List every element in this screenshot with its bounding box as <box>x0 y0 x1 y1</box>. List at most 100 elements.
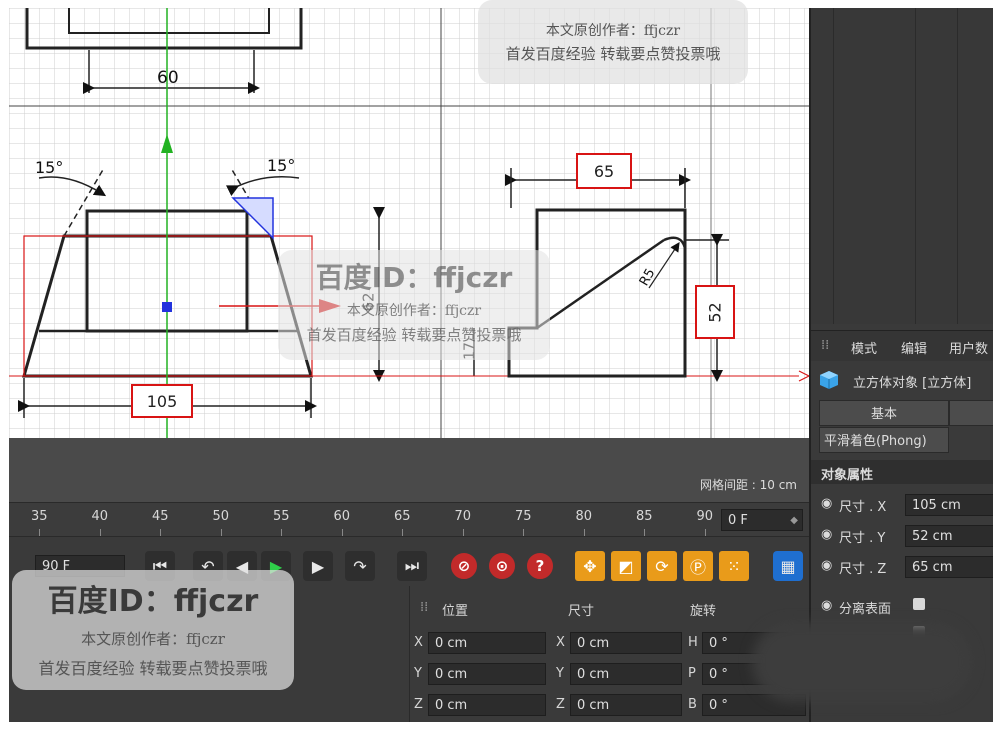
position-axis-label: Y <box>414 666 422 681</box>
timeline-tick-mark <box>220 529 222 536</box>
menu-user-data[interactable]: 用户数 <box>949 338 988 357</box>
timeline-tick-mark <box>644 529 645 536</box>
position-field[interactable]: 0 cm <box>428 632 546 654</box>
position-axis-label: X <box>414 635 423 650</box>
grid-spacing-label: 网格间距 : 10 cm <box>699 478 797 492</box>
size-x-label: 尺寸 . X <box>839 500 887 515</box>
size-field[interactable]: 0 cm <box>570 663 682 685</box>
timeline-tick-label: 35 <box>31 509 48 524</box>
timeline-ruler[interactable]: 35 40 45 50 55 60 65 70 75 80 85 90 0 F ◆ <box>9 502 809 537</box>
move-key-button[interactable]: ✥ <box>575 551 605 581</box>
size-field[interactable]: 0 cm <box>570 632 682 654</box>
tab-extra[interactable] <box>949 400 993 426</box>
tab-basic-label: 基本 <box>870 407 897 422</box>
object-manager <box>811 8 993 324</box>
forward-key-icon: ↷ <box>353 556 367 576</box>
timeline-tick-label: 45 <box>152 509 169 524</box>
watermark-top: 本文原创作者：ffjczr 首发百度经验 转载要点赞投票哦 <box>478 0 748 84</box>
dim-right-52-box: 52 <box>695 285 735 339</box>
rotation-header: 旋转 <box>690 604 717 619</box>
next-key-button[interactable]: ↷ <box>345 551 375 581</box>
radio-icon[interactable]: ◉ <box>821 527 832 542</box>
tab-phong[interactable]: 平滑着色(Phong) <box>819 427 949 453</box>
timeline-tick-mark <box>462 529 464 536</box>
attributes-panel: ⁞⁞ 模式 编辑 用户数 立方体对象 [立方体] 基本 平滑着色(Phong) … <box>809 8 993 722</box>
size-z-field[interactable]: 65 cm <box>905 556 993 578</box>
tab-basic[interactable]: 基本 <box>819 400 949 426</box>
go-to-end-button[interactable]: ⏭ <box>397 551 427 581</box>
rotation-axis-label: B <box>688 697 697 712</box>
watermark-id: 百度ID：ffjczr <box>47 584 259 619</box>
size-axis-label: Y <box>556 666 564 681</box>
timeline-tick-mark <box>704 529 706 536</box>
rotate-key-button[interactable]: ⟳ <box>647 551 677 581</box>
size-y-label: 尺寸 . Y <box>839 531 886 546</box>
size-axis-label: Z <box>556 697 565 712</box>
timeline-tick-label: 40 <box>91 509 109 524</box>
stepper-icon: ◆ <box>790 515 798 526</box>
grid-dots-icon: ⁙ <box>727 556 741 576</box>
current-frame-field[interactable]: 0 F ◆ <box>721 509 803 531</box>
timeline-tick-mark <box>39 529 40 536</box>
separate-surfaces-checkbox[interactable] <box>913 598 925 610</box>
timeline-tick-label: 70 <box>454 509 472 524</box>
timeline-window-button[interactable]: ▦ <box>773 551 803 581</box>
watermark-id: 百度ID：ffjczr <box>315 261 513 294</box>
step-forward-icon: ▶ <box>311 556 325 576</box>
dim-top-60: 60 <box>157 68 179 88</box>
scale-key-button[interactable]: ◩ <box>611 551 641 581</box>
watermark-center: 百度ID：ffjczr 本文原创作者：ffjczr 首发百度经验 转载要点赞投票… <box>278 250 550 360</box>
dim-top-65: 65 <box>576 153 632 189</box>
timeline-tick-mark <box>583 529 585 536</box>
move-icon: ✥ <box>583 556 597 576</box>
object-properties-header: 对象属性 <box>811 460 993 484</box>
position-field[interactable]: 0 cm <box>428 663 546 685</box>
grip-icon: ⁞⁞ <box>821 338 830 353</box>
grip-icon: ⁞⁞ <box>420 600 429 615</box>
radio-icon[interactable]: ◉ <box>821 496 832 511</box>
object-properties-label: 对象属性 <box>821 468 874 483</box>
autokey-button[interactable]: ⊙ <box>487 551 517 581</box>
size-y-value: 52 cm <box>912 529 953 544</box>
timeline-tick-label: 85 <box>636 509 653 524</box>
rotation-axis-label: P <box>688 666 696 681</box>
size-y-field[interactable]: 52 cm <box>905 525 993 547</box>
dim-bottom-105: 105 <box>131 384 193 418</box>
size-x-field[interactable]: 105 cm <box>905 494 993 516</box>
key-help-button[interactable]: ? <box>525 551 555 581</box>
timeline-tick-mark <box>523 529 524 536</box>
radio-icon[interactable]: ◉ <box>821 558 832 573</box>
autokey-icon: ⊙ <box>495 557 509 575</box>
size-header: 尺寸 <box>568 604 595 619</box>
size-field[interactable]: 0 cm <box>570 694 682 716</box>
timeline-tick-mark <box>281 529 282 536</box>
record-button[interactable]: ⊘ <box>449 551 479 581</box>
timeline-tick-label: 80 <box>575 509 593 524</box>
watermark-slogan: 首发百度经验 转载要点赞投票哦 <box>306 326 522 344</box>
coordinates-panel: ⁞⁞ 位置 尺寸 旋转 X0 cm X 0 cm H 0 ° Y 0 cm Y 0 cm P 0 °… <box>409 586 810 722</box>
timeline-tick-mark <box>402 529 403 536</box>
size-x-value: 105 cm <box>912 498 961 513</box>
menu-edit[interactable]: 编辑 <box>901 338 927 357</box>
radio-icon[interactable]: ◉ <box>821 598 832 613</box>
watermark-author: 本文原创作者：ffjczr <box>545 23 681 39</box>
param-icon: Ⓟ <box>689 558 706 577</box>
scale-icon: ◩ <box>618 556 634 576</box>
size-z-label: 尺寸 . Z <box>839 562 887 577</box>
position-field[interactable]: 0 cm <box>428 694 546 716</box>
key-icon: ⊘ <box>457 557 471 575</box>
param-key-button[interactable]: Ⓟ <box>683 551 713 581</box>
dim-right-52: 52 <box>705 301 725 323</box>
watermark-bottom: 百度ID：ffjczr 本文原创作者：ffjczr 首发百度经验 转载要点赞投票… <box>12 570 294 690</box>
next-frame-button[interactable]: ▶ <box>303 551 333 581</box>
separate-surfaces-label: 分离表面 <box>839 602 892 617</box>
timeline-tick-label: 50 <box>212 509 230 524</box>
timeline-tick-label: 65 <box>394 509 411 524</box>
current-frame-value: 0 F <box>728 513 748 528</box>
menu-mode[interactable]: 模式 <box>851 338 877 357</box>
timeline-tick-label: 60 <box>333 509 351 524</box>
watermark-author: 本文原创作者：ffjczr <box>81 630 225 648</box>
point-level-button[interactable]: ⁙ <box>719 551 749 581</box>
angle-left-label: 15° <box>35 158 64 177</box>
position-header: 位置 <box>442 604 469 619</box>
